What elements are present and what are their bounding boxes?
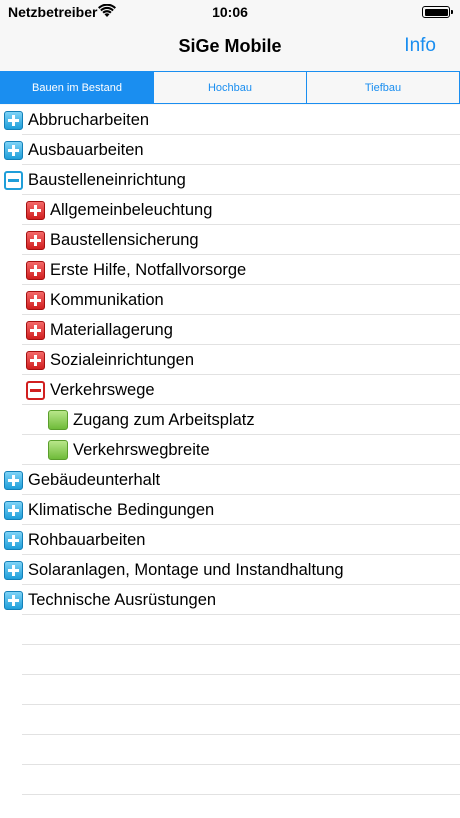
- collapse-minus-red-icon[interactable]: [26, 380, 45, 400]
- tree-row-label: Zugang zum Arbeitsplatz: [73, 410, 255, 429]
- info-button[interactable]: Info: [404, 35, 436, 57]
- leaf-green-icon: [48, 410, 68, 430]
- tab-tiefbau[interactable]: Tiefbau: [307, 72, 459, 103]
- tab-bauen-im-bestand[interactable]: Bauen im Bestand: [1, 72, 154, 103]
- leaf-green-icon: [48, 440, 68, 460]
- tree-row-kommunikation[interactable]: Kommunikation: [0, 285, 460, 315]
- tree-row-label: Abbrucharbeiten: [28, 110, 150, 129]
- empty-row: [0, 645, 460, 675]
- empty-row: [0, 615, 460, 645]
- empty-row: [0, 735, 460, 765]
- battery-icon: [422, 6, 453, 18]
- category-tree: Abbrucharbeiten Ausbauarbeiten Baustelle…: [0, 105, 460, 615]
- tab-hochbau[interactable]: Hochbau: [154, 72, 307, 103]
- expand-plus-red-icon[interactable]: [26, 260, 45, 280]
- segment-bar: Bauen im Bestand Hochbau Tiefbau: [0, 70, 460, 105]
- status-time: 10:06: [212, 4, 248, 20]
- tree-row-label: Sozialeinrichtungen: [50, 350, 195, 369]
- tree-row-ausbauarbeiten[interactable]: Ausbauarbeiten: [0, 135, 460, 165]
- expand-plus-blue-icon[interactable]: [4, 110, 23, 130]
- expand-plus-red-icon[interactable]: [26, 350, 45, 370]
- tree-row-klimatische-bedingungen[interactable]: Klimatische Bedingungen: [0, 495, 460, 525]
- expand-plus-red-icon[interactable]: [26, 320, 45, 340]
- expand-plus-red-icon[interactable]: [26, 230, 45, 250]
- tree-row-materiallagerung[interactable]: Materiallagerung: [0, 315, 460, 345]
- segmented-control: Bauen im Bestand Hochbau Tiefbau: [0, 71, 460, 104]
- empty-row: [0, 675, 460, 705]
- tree-row-label: Technische Ausrüstungen: [28, 590, 217, 609]
- tree-row-label: Rohbauarbeiten: [28, 530, 146, 549]
- tree-row-label: Allgemeinbeleuchtung: [50, 200, 213, 219]
- expand-plus-red-icon[interactable]: [26, 290, 45, 310]
- tree-row-technische-ausruestungen[interactable]: Technische Ausrüstungen: [0, 585, 460, 615]
- status-bar: Netzbetreiber 10:06: [0, 0, 460, 24]
- tree-row-zugang-zum-arbeitsplatz[interactable]: Zugang zum Arbeitsplatz: [0, 405, 460, 435]
- collapse-minus-blue-icon[interactable]: [4, 170, 23, 190]
- tree-row-label: Verkehrswege: [50, 380, 155, 399]
- tree-row-gebaeudeunterhalt[interactable]: Gebäudeunterhalt: [0, 465, 460, 495]
- expand-plus-blue-icon[interactable]: [4, 530, 23, 550]
- tree-row-label: Klimatische Bedingungen: [28, 500, 215, 519]
- tree-row-label: Solaranlagen, Montage und Instandhaltung: [28, 560, 344, 579]
- expand-plus-blue-icon[interactable]: [4, 500, 23, 520]
- row-separator: [22, 794, 460, 795]
- tree-row-verkehrswege[interactable]: Verkehrswege: [0, 375, 460, 405]
- tree-row-verkehrswegbreite[interactable]: Verkehrswegbreite: [0, 435, 460, 465]
- tree-row-label: Materiallagerung: [50, 320, 173, 339]
- tree-row-rohbauarbeiten[interactable]: Rohbauarbeiten: [0, 525, 460, 555]
- navigation-bar: SiGe Mobile Info: [0, 24, 460, 70]
- empty-row: [0, 765, 460, 795]
- tree-row-sozialeinrichtungen[interactable]: Sozialeinrichtungen: [0, 345, 460, 375]
- expand-plus-blue-icon[interactable]: [4, 470, 23, 490]
- tree-row-erste-hilfe[interactable]: Erste Hilfe, Notfallvorsorge: [0, 255, 460, 285]
- expand-plus-blue-icon[interactable]: [4, 140, 23, 160]
- tree-row-label: Erste Hilfe, Notfallvorsorge: [50, 260, 247, 279]
- page-title: SiGe Mobile: [178, 36, 282, 56]
- tree-row-label: Gebäudeunterhalt: [28, 470, 161, 489]
- tree-row-label: Baustelleneinrichtung: [28, 170, 186, 189]
- tree-row-baustellensicherung[interactable]: Baustellensicherung: [0, 225, 460, 255]
- expand-plus-blue-icon[interactable]: [4, 590, 23, 610]
- tree-row-label: Baustellensicherung: [50, 230, 199, 249]
- tree-row-allgemeinbeleuchtung[interactable]: Allgemeinbeleuchtung: [0, 195, 460, 225]
- tree-row-solaranlagen[interactable]: Solaranlagen, Montage und Instandhaltung: [0, 555, 460, 585]
- tree-row-label: Ausbauarbeiten: [28, 140, 144, 159]
- tree-row-baustelleneinrichtung[interactable]: Baustelleneinrichtung: [0, 165, 460, 195]
- tree-row-abbrucharbeiten[interactable]: Abbrucharbeiten: [0, 105, 460, 135]
- tree-row-label: Kommunikation: [50, 290, 164, 309]
- empty-table-rows: [0, 615, 460, 795]
- tree-row-label: Verkehrswegbreite: [73, 440, 210, 459]
- empty-row: [0, 705, 460, 735]
- expand-plus-blue-icon[interactable]: [4, 560, 23, 580]
- expand-plus-red-icon[interactable]: [26, 200, 45, 220]
